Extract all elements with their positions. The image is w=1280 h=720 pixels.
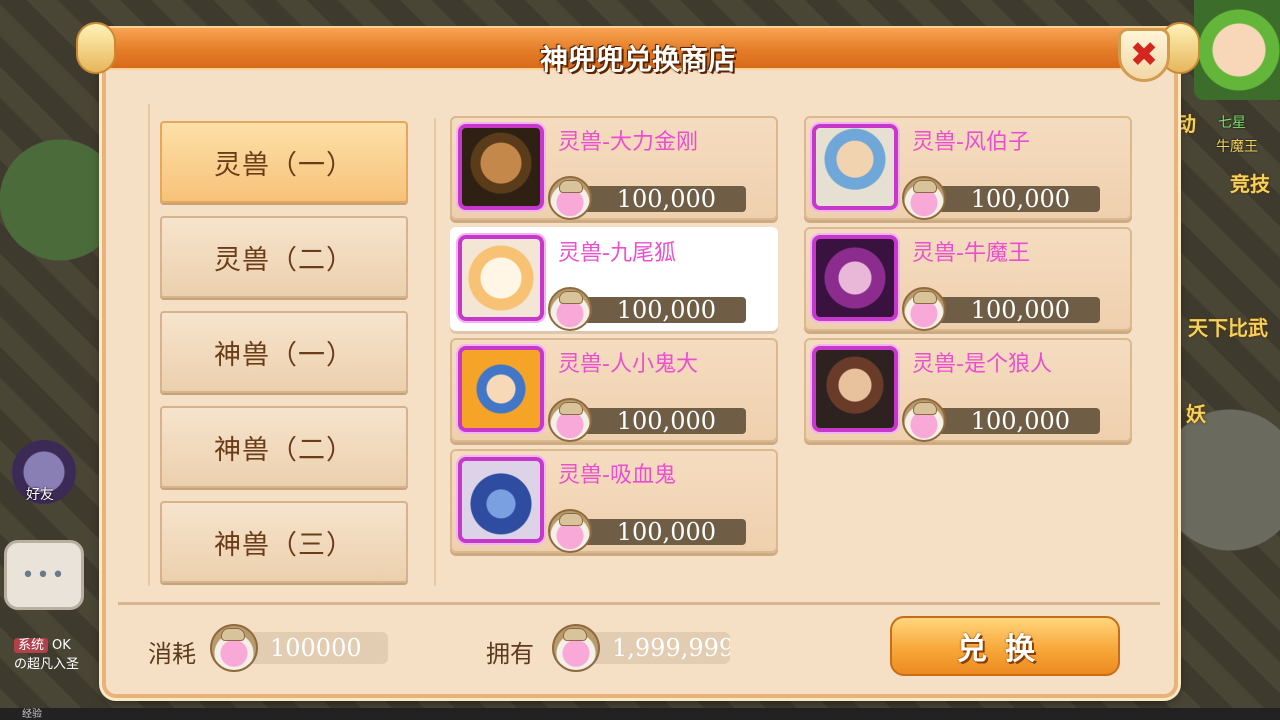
vampire-icon xyxy=(458,457,544,543)
item-name: 灵兽-人小鬼大 xyxy=(558,352,698,377)
coin-icon xyxy=(548,398,592,442)
own-coin-icon xyxy=(552,624,600,672)
footer-divider xyxy=(118,602,1160,605)
bull-demon-icon xyxy=(812,235,898,321)
item-price: 100,000 xyxy=(584,296,746,324)
own-label: 拥有 xyxy=(486,640,534,668)
bg-text-6: 妖 xyxy=(1186,402,1206,426)
shop-item[interactable]: 灵兽-人小鬼大 100,000 xyxy=(450,338,778,442)
own-value: 1,999,999 xyxy=(578,632,730,664)
item-name: 灵兽-牛魔王 xyxy=(912,241,1030,266)
coin-icon xyxy=(548,287,592,331)
bg-text-2: 七星 xyxy=(1218,115,1246,131)
item-price: 100,000 xyxy=(584,518,746,546)
golden-warrior-icon xyxy=(458,124,544,210)
shop-item[interactable]: 灵兽-牛魔王 100,000 xyxy=(804,227,1132,331)
category-lingshou-1[interactable]: 灵兽（一） xyxy=(160,121,408,203)
item-name: 灵兽-风伯子 xyxy=(912,130,1030,155)
item-price: 100,000 xyxy=(938,185,1100,213)
category-divider xyxy=(434,118,436,586)
wind-sage-icon xyxy=(812,124,898,210)
item-name: 灵兽-是个狼人 xyxy=(912,352,1052,377)
category-shenshou-3[interactable]: 神兽（三） xyxy=(160,501,408,583)
bg-text-3: 牛魔王 xyxy=(1216,139,1258,155)
item-price: 100,000 xyxy=(938,296,1100,324)
nine-tail-fox-icon xyxy=(458,235,544,321)
shop-item-selected[interactable]: 灵兽-九尾狐 100,000 xyxy=(450,227,778,331)
item-name: 灵兽-吸血鬼 xyxy=(558,463,676,488)
exp-label: 经验 xyxy=(22,709,42,720)
category-lingshou-2[interactable]: 灵兽（二） xyxy=(160,216,408,298)
category-frame xyxy=(148,104,150,586)
coin-icon xyxy=(902,398,946,442)
item-price: 100,000 xyxy=(584,407,746,435)
category-shenshou-2[interactable]: 神兽（二） xyxy=(160,406,408,488)
shop-item[interactable]: 灵兽-大力金刚 100,000 xyxy=(450,116,778,220)
item-price: 100,000 xyxy=(584,185,746,213)
bg-text-5: 天下比武 xyxy=(1188,316,1268,340)
item-price: 100,000 xyxy=(938,407,1100,435)
exchange-button[interactable]: 兑换 xyxy=(890,616,1120,676)
shop-title: 神兜兜兑换商店 xyxy=(539,43,736,76)
bg-text-4: 竞技 xyxy=(1230,172,1270,196)
item-name: 灵兽-九尾狐 xyxy=(558,241,676,266)
coin-icon xyxy=(902,176,946,220)
cost-label: 消耗 xyxy=(148,640,196,668)
system-message: 系统 OK の超凡入圣 xyxy=(14,638,80,672)
exp-bar xyxy=(0,708,1280,720)
system-tag: 系统 xyxy=(14,638,49,653)
werewolf-icon xyxy=(812,346,898,432)
bg-text-1: 动 xyxy=(1176,112,1196,136)
friend-label: 好友 xyxy=(26,487,54,503)
little-imp-icon xyxy=(458,346,544,432)
shop-item[interactable]: 灵兽-是个狼人 100,000 xyxy=(804,338,1132,442)
cost-value: 100000 xyxy=(236,632,388,664)
chat-icon[interactable]: ••• xyxy=(4,540,84,610)
close-icon: ✖ xyxy=(1129,35,1159,75)
coin-icon xyxy=(548,509,592,553)
cost-coin-icon xyxy=(210,624,258,672)
close-button[interactable]: ✖ xyxy=(1118,28,1170,82)
coin-icon xyxy=(548,176,592,220)
shop-item[interactable]: 灵兽-风伯子 100,000 xyxy=(804,116,1132,220)
category-shenshou-1[interactable]: 神兽（一） xyxy=(160,311,408,393)
coin-icon xyxy=(902,287,946,331)
shop-item[interactable]: 灵兽-吸血鬼 100,000 xyxy=(450,449,778,553)
item-name: 灵兽-大力金刚 xyxy=(558,130,698,155)
